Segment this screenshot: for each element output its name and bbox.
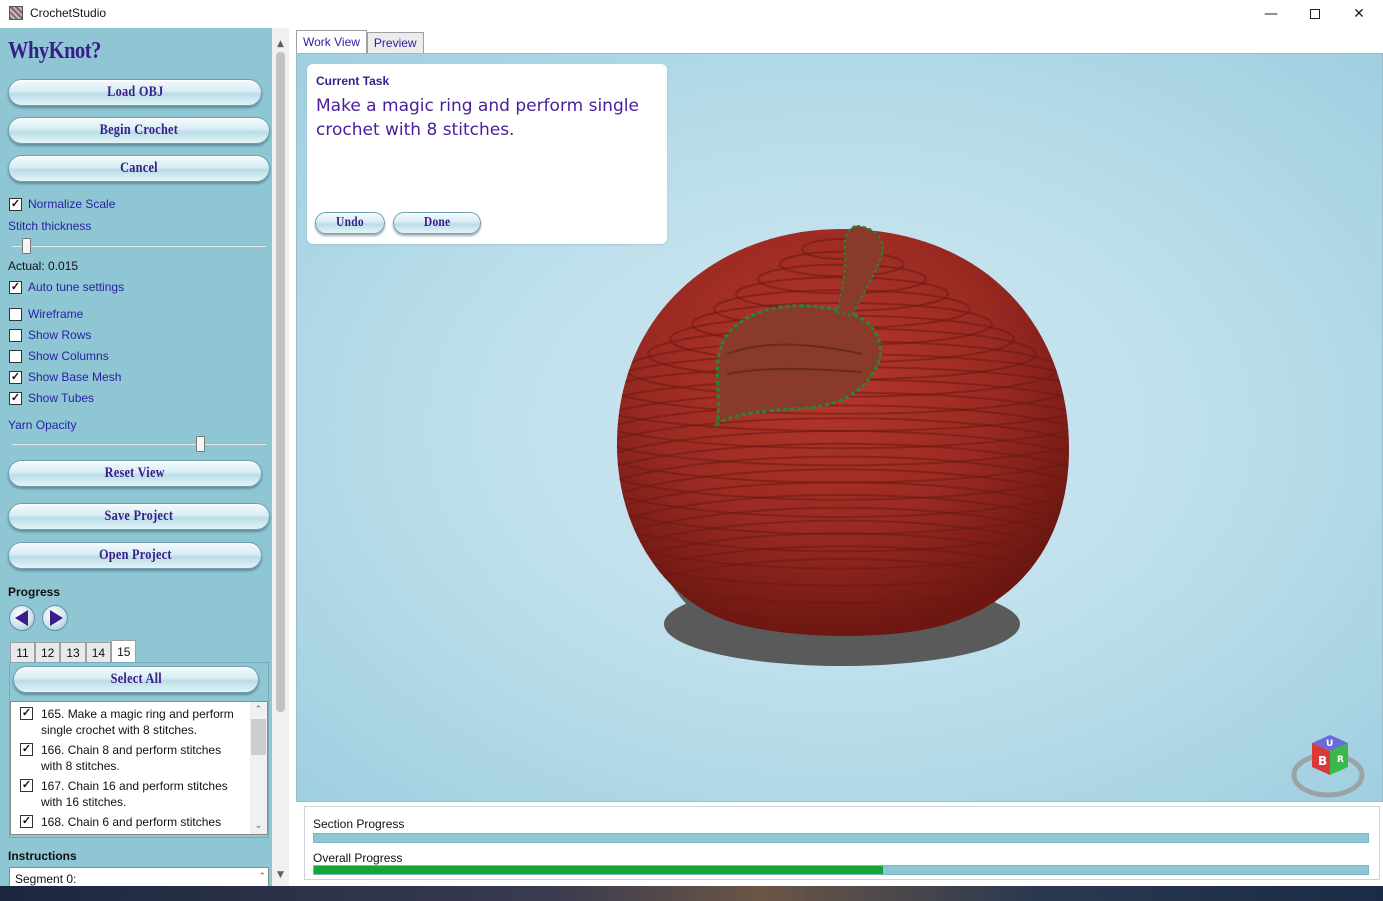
stitch-thickness-label: Stitch thickness bbox=[8, 219, 92, 233]
show-tubes-checkbox[interactable]: ✓ Show Tubes bbox=[9, 390, 94, 406]
window-title: CrochetStudio bbox=[30, 6, 107, 20]
checkbox-box: ✓ bbox=[9, 197, 22, 211]
progress-heading: Progress bbox=[8, 585, 61, 599]
scroll-up-icon[interactable]: ⌃ bbox=[258, 871, 266, 882]
brand-title: WhyKnot? bbox=[8, 38, 101, 64]
next-section-button[interactable] bbox=[42, 605, 68, 631]
section-progress-fill bbox=[314, 834, 1368, 842]
close-icon: ✕ bbox=[1353, 6, 1365, 22]
overall-progress-bar bbox=[313, 865, 1369, 875]
save-project-button[interactable]: Save Project bbox=[8, 503, 270, 530]
yarn-opacity-label: Yarn Opacity bbox=[8, 418, 77, 432]
auto-tune-checkbox[interactable]: ✓ Auto tune settings bbox=[9, 279, 124, 295]
title-bar: CrochetStudio — ✕ bbox=[0, 0, 1383, 28]
3d-viewport[interactable]: Current Task Make a magic ring and perfo… bbox=[296, 53, 1383, 802]
progress-area: Section Progress Overall Progress bbox=[304, 806, 1380, 880]
done-button[interactable]: Done bbox=[393, 212, 481, 234]
task-item[interactable]: ✓ 165. Make a magic ring and perform sin… bbox=[20, 706, 242, 738]
scroll-up-icon[interactable]: ▲ bbox=[272, 36, 289, 53]
begin-crochet-button[interactable]: Begin Crochet bbox=[8, 117, 270, 144]
wireframe-checkbox[interactable]: Wireframe bbox=[9, 306, 83, 322]
maximize-icon bbox=[1310, 9, 1320, 19]
sidebar-scrollbar[interactable]: ▲ ▼ bbox=[272, 28, 289, 886]
scroll-down-icon[interactable]: ⌄ bbox=[250, 818, 267, 834]
current-task-title: Current Task bbox=[316, 74, 390, 88]
task-item-text: 168. Chain 6 and perform stitches bbox=[41, 815, 222, 829]
instructions-box[interactable]: Segment 0: ⌃ bbox=[9, 867, 269, 886]
task-list: ✓ 165. Make a magic ring and perform sin… bbox=[10, 701, 268, 835]
actual-value-label: Actual: 0.015 bbox=[8, 259, 79, 273]
minimize-icon: — bbox=[1264, 6, 1278, 22]
task-item-text: 166. Chain 8 and perform stitches with 8… bbox=[41, 743, 222, 773]
stitch-thickness-thumb[interactable] bbox=[21, 238, 31, 254]
yarn-opacity-thumb[interactable] bbox=[195, 436, 205, 452]
view-tabs: Work View Preview bbox=[296, 30, 424, 53]
app-icon bbox=[9, 6, 23, 20]
svg-text:U: U bbox=[1326, 739, 1333, 749]
task-list-scrollbar[interactable]: ⌃ ⌄ bbox=[250, 702, 267, 834]
progress-tab[interactable]: 14 bbox=[85, 642, 112, 662]
show-columns-checkbox[interactable]: Show Columns bbox=[9, 348, 109, 364]
section-progress-label: Section Progress bbox=[313, 817, 405, 831]
task-item[interactable]: ✓ 168. Chain 6 and perform stitches bbox=[20, 814, 242, 830]
sidebar-scroll-thumb[interactable] bbox=[276, 52, 285, 712]
close-button[interactable]: ✕ bbox=[1337, 0, 1381, 28]
show-base-mesh-checkbox[interactable]: ✓ Show Base Mesh bbox=[9, 369, 121, 385]
task-item-text: 167. Chain 16 and perform stitches with … bbox=[41, 779, 228, 809]
minimize-button[interactable]: — bbox=[1249, 0, 1293, 28]
open-project-button[interactable]: Open Project bbox=[8, 542, 262, 569]
app-window: CrochetStudio — ✕ WhyKnot? Load OBJ Begi… bbox=[0, 0, 1383, 886]
checkbox-box[interactable]: ✓ bbox=[20, 707, 33, 720]
checkbox-box: ✓ bbox=[9, 280, 22, 294]
section-progress-bar bbox=[313, 833, 1369, 843]
instructions-heading: Instructions bbox=[8, 849, 77, 863]
yarn-opacity-slider[interactable] bbox=[12, 443, 266, 445]
main-area: Work View Preview Current Task Make a ma… bbox=[289, 28, 1383, 886]
checkbox-box: ✓ bbox=[9, 391, 22, 405]
progress-tab[interactable]: 11 bbox=[10, 642, 35, 662]
checkbox-box bbox=[9, 328, 22, 342]
scroll-down-icon[interactable]: ▼ bbox=[272, 867, 289, 884]
tab-work-view[interactable]: Work View bbox=[296, 30, 367, 53]
current-task-text: Make a magic ring and perform single cro… bbox=[316, 96, 639, 140]
task-item-text: 165. Make a magic ring and perform singl… bbox=[41, 707, 234, 737]
previous-section-button[interactable] bbox=[9, 605, 35, 631]
checkbox-box[interactable]: ✓ bbox=[20, 779, 33, 792]
checkbox-box: ✓ bbox=[9, 370, 22, 384]
progress-tab[interactable]: 13 bbox=[60, 642, 86, 662]
load-obj-button[interactable]: Load OBJ bbox=[8, 79, 262, 106]
reset-view-button[interactable]: Reset View bbox=[8, 460, 262, 487]
arrow-left-icon bbox=[14, 610, 28, 626]
undo-button[interactable]: Undo bbox=[315, 212, 385, 234]
checkbox-box bbox=[9, 307, 22, 321]
checkbox-box[interactable]: ✓ bbox=[20, 815, 33, 828]
overall-progress-fill bbox=[314, 866, 884, 874]
cancel-button[interactable]: Cancel bbox=[8, 155, 270, 182]
show-rows-checkbox[interactable]: Show Rows bbox=[9, 327, 91, 343]
sidebar: WhyKnot? Load OBJ Begin Crochet Cancel ✓… bbox=[0, 28, 272, 886]
select-all-button[interactable]: Select All bbox=[13, 666, 259, 693]
stitch-thickness-slider[interactable] bbox=[12, 245, 266, 247]
scroll-thumb[interactable] bbox=[251, 719, 266, 755]
view-cube-icon[interactable]: B U R bbox=[1290, 729, 1370, 801]
svg-text:B: B bbox=[1318, 754, 1327, 768]
instructions-text: Segment 0: bbox=[15, 872, 77, 886]
overall-progress-label: Overall Progress bbox=[313, 851, 403, 865]
tab-preview[interactable]: Preview bbox=[366, 32, 424, 53]
task-item[interactable]: ✓ 166. Chain 8 and perform stitches with… bbox=[20, 742, 242, 774]
checkbox-box bbox=[9, 349, 22, 363]
desktop-background bbox=[0, 886, 1383, 901]
progress-tabs: 11 12 13 14 15 bbox=[10, 640, 137, 662]
checkbox-box[interactable]: ✓ bbox=[20, 743, 33, 756]
svg-text:R: R bbox=[1337, 755, 1344, 765]
scroll-up-icon[interactable]: ⌃ bbox=[250, 702, 267, 718]
maximize-button[interactable] bbox=[1293, 0, 1337, 28]
current-task-card: Current Task Make a magic ring and perfo… bbox=[307, 64, 667, 244]
normalize-scale-checkbox[interactable]: ✓ Normalize Scale bbox=[9, 196, 115, 212]
progress-tab-active[interactable]: 15 bbox=[111, 640, 137, 662]
progress-tab[interactable]: 12 bbox=[35, 642, 61, 662]
arrow-right-icon bbox=[49, 610, 63, 626]
task-item[interactable]: ✓ 167. Chain 16 and perform stitches wit… bbox=[20, 778, 242, 810]
